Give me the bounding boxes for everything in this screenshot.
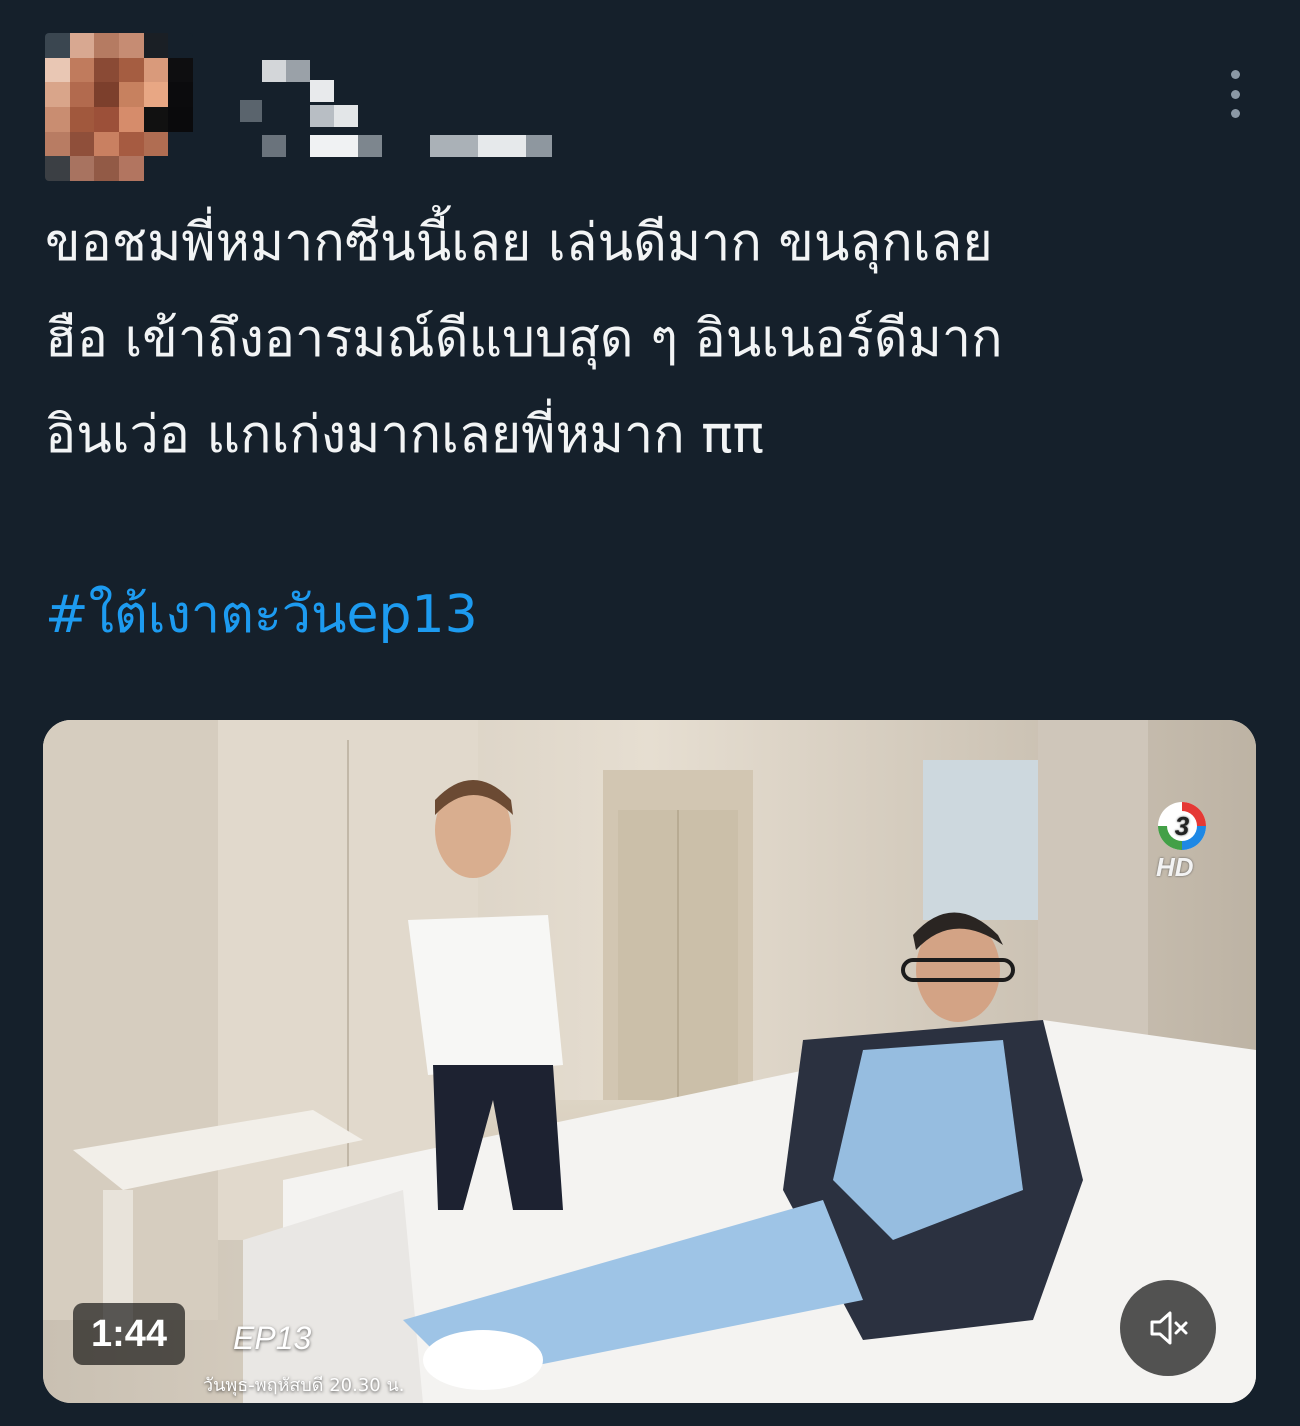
avatar[interactable] bbox=[45, 33, 193, 181]
more-options-icon[interactable] bbox=[1225, 70, 1245, 118]
tweet-card: ขอชมพี่หมากซีนนี้เลย เล่นดีมาก ขนลุกเลย … bbox=[0, 0, 1300, 1426]
speaker-muted-icon bbox=[1150, 1311, 1188, 1345]
tweet-text-line: อินเว่อ แกเก่งมากเลยพี่หมาก ππ bbox=[45, 405, 764, 465]
tweet-text-line: ขอชมพี่หมากซีนนี้เลย เล่นดีมาก ขนลุกเลย bbox=[45, 213, 993, 273]
episode-label: EP13 bbox=[233, 1320, 312, 1356]
video-frame-image bbox=[43, 720, 1256, 1403]
channel-3-logo-icon: 3 bbox=[1158, 802, 1206, 850]
tweet-text: ขอชมพี่หมากซีนนี้เลย เล่นดีมาก ขนลุกเลย … bbox=[45, 195, 1255, 483]
channel-logo: 3 HD bbox=[1156, 800, 1208, 883]
mute-button[interactable] bbox=[1120, 1280, 1216, 1376]
svg-text:3: 3 bbox=[1175, 811, 1190, 841]
author-name-censored[interactable] bbox=[240, 55, 560, 165]
tweet-text-line: ฮือ เข้าถึงอารมณ์ดีแบบสุด ๆ อินเนอร์ดีมา… bbox=[45, 309, 1003, 369]
hashtag-link[interactable]: #ใต้เงาตะวันep13 bbox=[45, 575, 478, 655]
video-player[interactable]: 3 HD EP13 วันพุธ-พฤหัสบดี 20.30 น. 1:44 bbox=[43, 720, 1256, 1403]
video-timestamp: 1:44 bbox=[73, 1303, 186, 1365]
channel-hd-label: HD bbox=[1156, 852, 1194, 882]
schedule-label: วันพุธ-พฤหัสบดี 20.30 น. bbox=[203, 1375, 405, 1396]
